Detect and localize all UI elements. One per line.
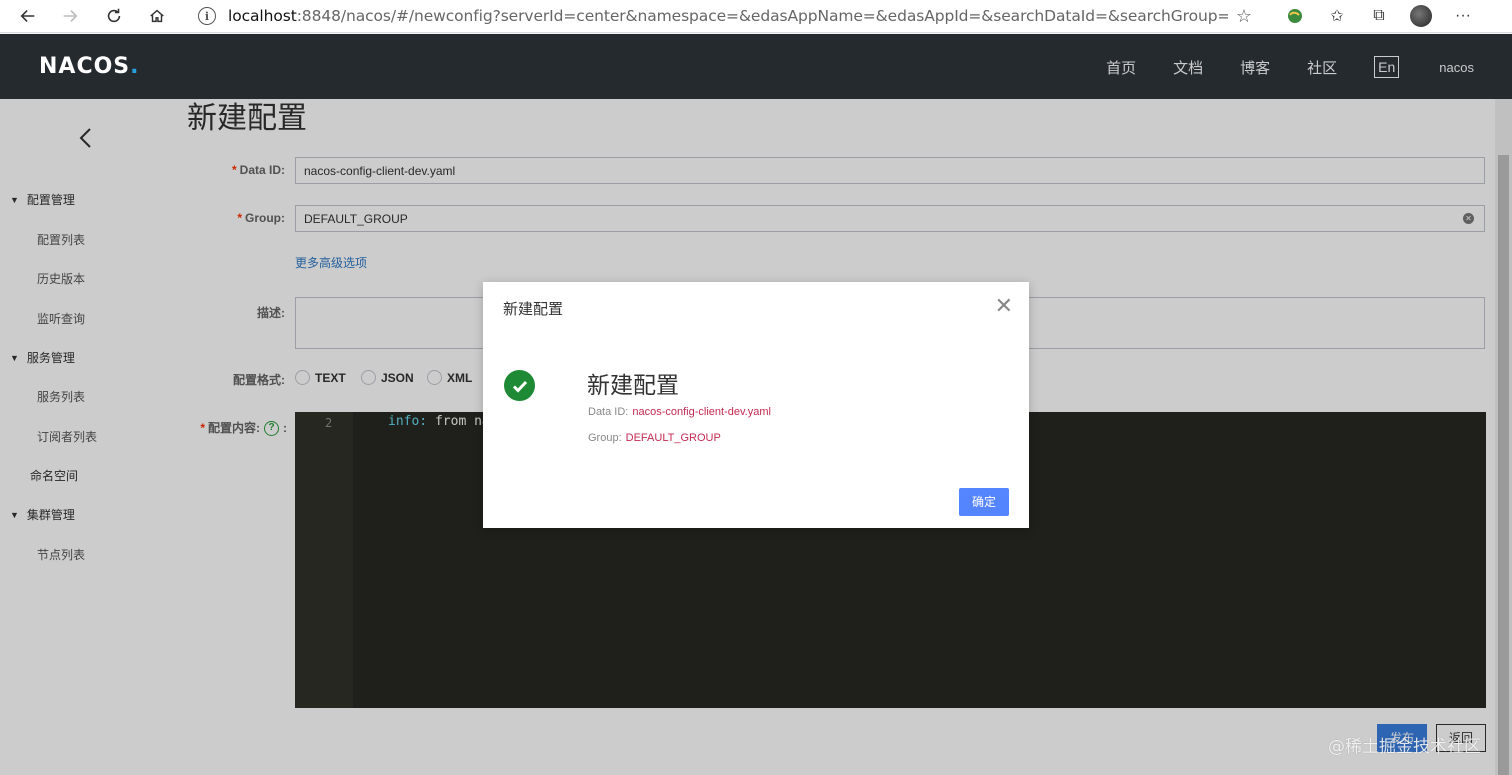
nacos-logo[interactable]: NACOS.	[39, 54, 140, 79]
forward-arrow-icon[interactable]	[52, 1, 88, 31]
more-menu-icon[interactable]: ···	[1448, 3, 1478, 29]
back-arrow-icon[interactable]	[10, 1, 46, 31]
ok-button[interactable]: 确定	[959, 488, 1009, 516]
dialog-data-id: Data ID: nacos-config-client-dev.yaml	[588, 406, 771, 418]
profile-avatar[interactable]	[1406, 3, 1436, 29]
refresh-icon[interactable]	[96, 1, 132, 31]
url-text: localhost:8848/nacos/#/newconfig?serverI…	[228, 7, 1228, 25]
dialog-heading: 新建配置	[587, 372, 679, 398]
watermark: @稀土掘金技术社区	[1328, 737, 1481, 757]
collections-icon[interactable]: ⧉	[1364, 3, 1394, 29]
info-icon[interactable]: i	[198, 7, 216, 25]
success-check-icon	[504, 370, 535, 401]
user-name[interactable]: nacos	[1439, 60, 1474, 75]
favorites-icon[interactable]: ✩	[1322, 3, 1352, 29]
nav-blog[interactable]: 博客	[1240, 57, 1270, 78]
dialog-title: 新建配置	[503, 301, 564, 318]
app-header: NACOS. 首页 文档 博客 社区 En nacos	[0, 34, 1512, 99]
nav-docs[interactable]: 文档	[1173, 57, 1203, 78]
browser-toolbar: i localhost:8848/nacos/#/newconfig?serve…	[0, 0, 1512, 33]
close-icon[interactable]: ✕	[995, 295, 1013, 317]
home-icon[interactable]	[139, 1, 175, 31]
language-switch[interactable]: En	[1374, 56, 1400, 78]
success-dialog: 新建配置 ✕ 新建配置 Data ID: nacos-config-client-…	[483, 282, 1029, 528]
nav-community[interactable]: 社区	[1307, 57, 1337, 78]
extension-icon[interactable]	[1280, 3, 1310, 29]
dialog-group: Group: DEFAULT_GROUP	[588, 432, 721, 444]
address-bar[interactable]: i localhost:8848/nacos/#/newconfig?serve…	[186, 2, 1266, 30]
star-icon[interactable]: ☆	[1236, 6, 1252, 27]
top-nav: 首页 文档 博客 社区 En nacos	[1069, 56, 1474, 78]
nav-home[interactable]: 首页	[1106, 57, 1136, 78]
